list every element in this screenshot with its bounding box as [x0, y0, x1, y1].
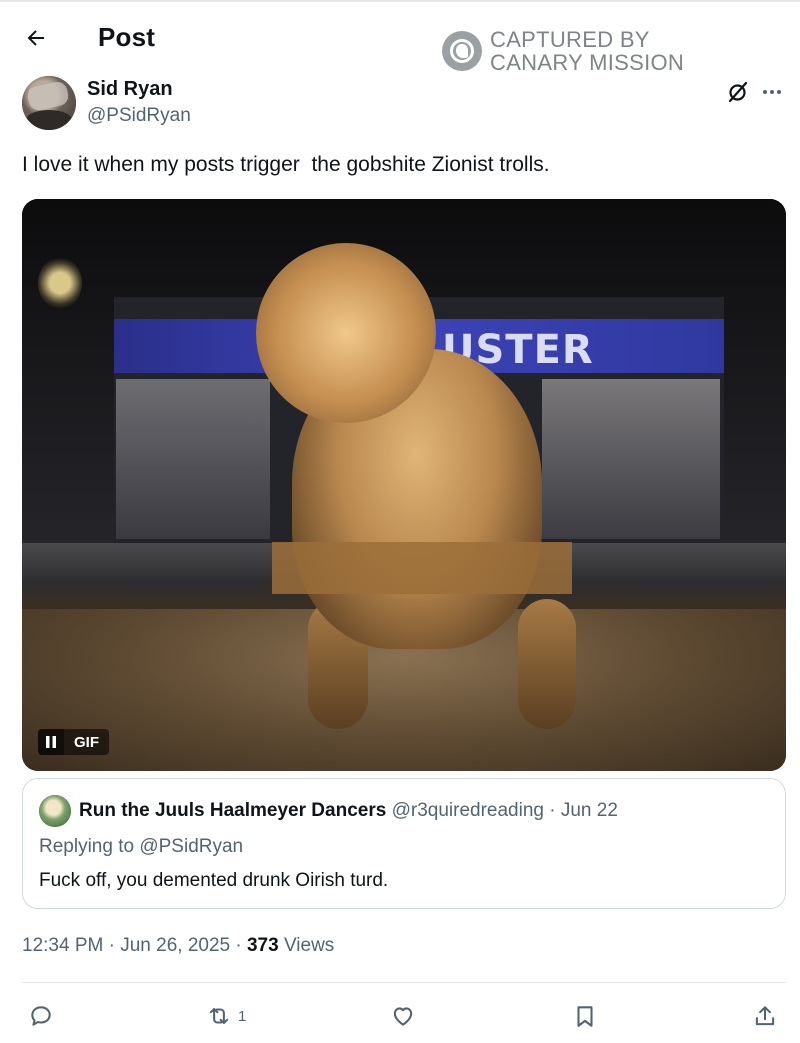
arrow-left-icon [27, 30, 44, 46]
watermark-line-1: CAPTURED BY [490, 27, 650, 52]
author-avatar[interactable] [22, 76, 76, 130]
bookmark-icon [577, 1006, 593, 1027]
grok-glyph-icon [728, 81, 748, 103]
canary-logo-icon [442, 31, 482, 71]
gif-street-light [38, 257, 82, 309]
author-handle[interactable]: @PSidRyan [87, 105, 191, 127]
canary-mission-watermark: CAPTURED BY CANARY MISSION [442, 28, 684, 74]
gif-hamster-leg-right [518, 599, 576, 729]
gif-label: GIF [64, 729, 109, 755]
quoted-author-avatar[interactable] [39, 795, 71, 827]
quoted-post-text: Fuck off, you demented drunk Oirish turd… [39, 870, 389, 891]
page-title: Post [98, 22, 156, 52]
pause-icon [46, 736, 56, 748]
repost-button[interactable]: 1 [206, 1002, 246, 1030]
views-count: 373 [246, 935, 279, 956]
gif-window-right [542, 379, 720, 539]
more-options-icon[interactable] [760, 80, 784, 104]
top-divider [0, 0, 800, 2]
quoted-separator: · [549, 800, 556, 821]
repost-icon [209, 1007, 229, 1025]
like-button[interactable] [390, 1002, 416, 1030]
quoted-author-handle[interactable]: @r3quiredreading [392, 800, 544, 821]
quoted-author-name[interactable]: Run the Juuls Haalmeyer Dancers [79, 800, 386, 821]
share-icon [755, 1006, 775, 1026]
heart-icon [393, 1007, 413, 1026]
reply-button[interactable] [28, 1002, 54, 1030]
views-label: Views [283, 935, 335, 956]
quoted-post-header: Run the Juuls Haalmeyer Dancers @r3quire… [79, 800, 618, 822]
gif-window-left [116, 379, 270, 539]
watermark-text: CAPTURED BY CANARY MISSION [490, 28, 684, 74]
reply-icon [31, 1006, 51, 1026]
pause-button[interactable] [38, 729, 64, 755]
gif-hamster-head [256, 243, 436, 423]
bookmark-button[interactable] [572, 1002, 598, 1030]
post-gif-media[interactable]: USTER GIF [22, 199, 786, 771]
watermark-line-2: CANARY MISSION [490, 50, 685, 75]
quoted-post[interactable]: Run the Juuls Haalmeyer Dancers @r3quire… [22, 778, 786, 909]
author-name[interactable]: Sid Ryan [87, 78, 173, 101]
quoted-replying-to: Replying to @PSidRyan [39, 836, 244, 857]
repost-count: 1 [238, 1007, 247, 1025]
post-date[interactable]: Jun 26, 2025 [120, 935, 230, 956]
actions-divider [22, 982, 786, 983]
gif-badge: GIF [38, 729, 109, 755]
post-meta: 12:34 PM · Jun 26, 2025 · 373 Views [22, 935, 335, 956]
post-time[interactable]: 12:34 PM [22, 935, 103, 956]
grok-icon[interactable] [726, 80, 750, 104]
share-button[interactable] [752, 1002, 778, 1030]
back-button[interactable] [18, 24, 54, 52]
gif-glitch-band [272, 542, 572, 594]
quoted-date[interactable]: Jun 22 [561, 800, 618, 821]
post-text: I love it when my posts trigger the gobs… [22, 153, 550, 176]
